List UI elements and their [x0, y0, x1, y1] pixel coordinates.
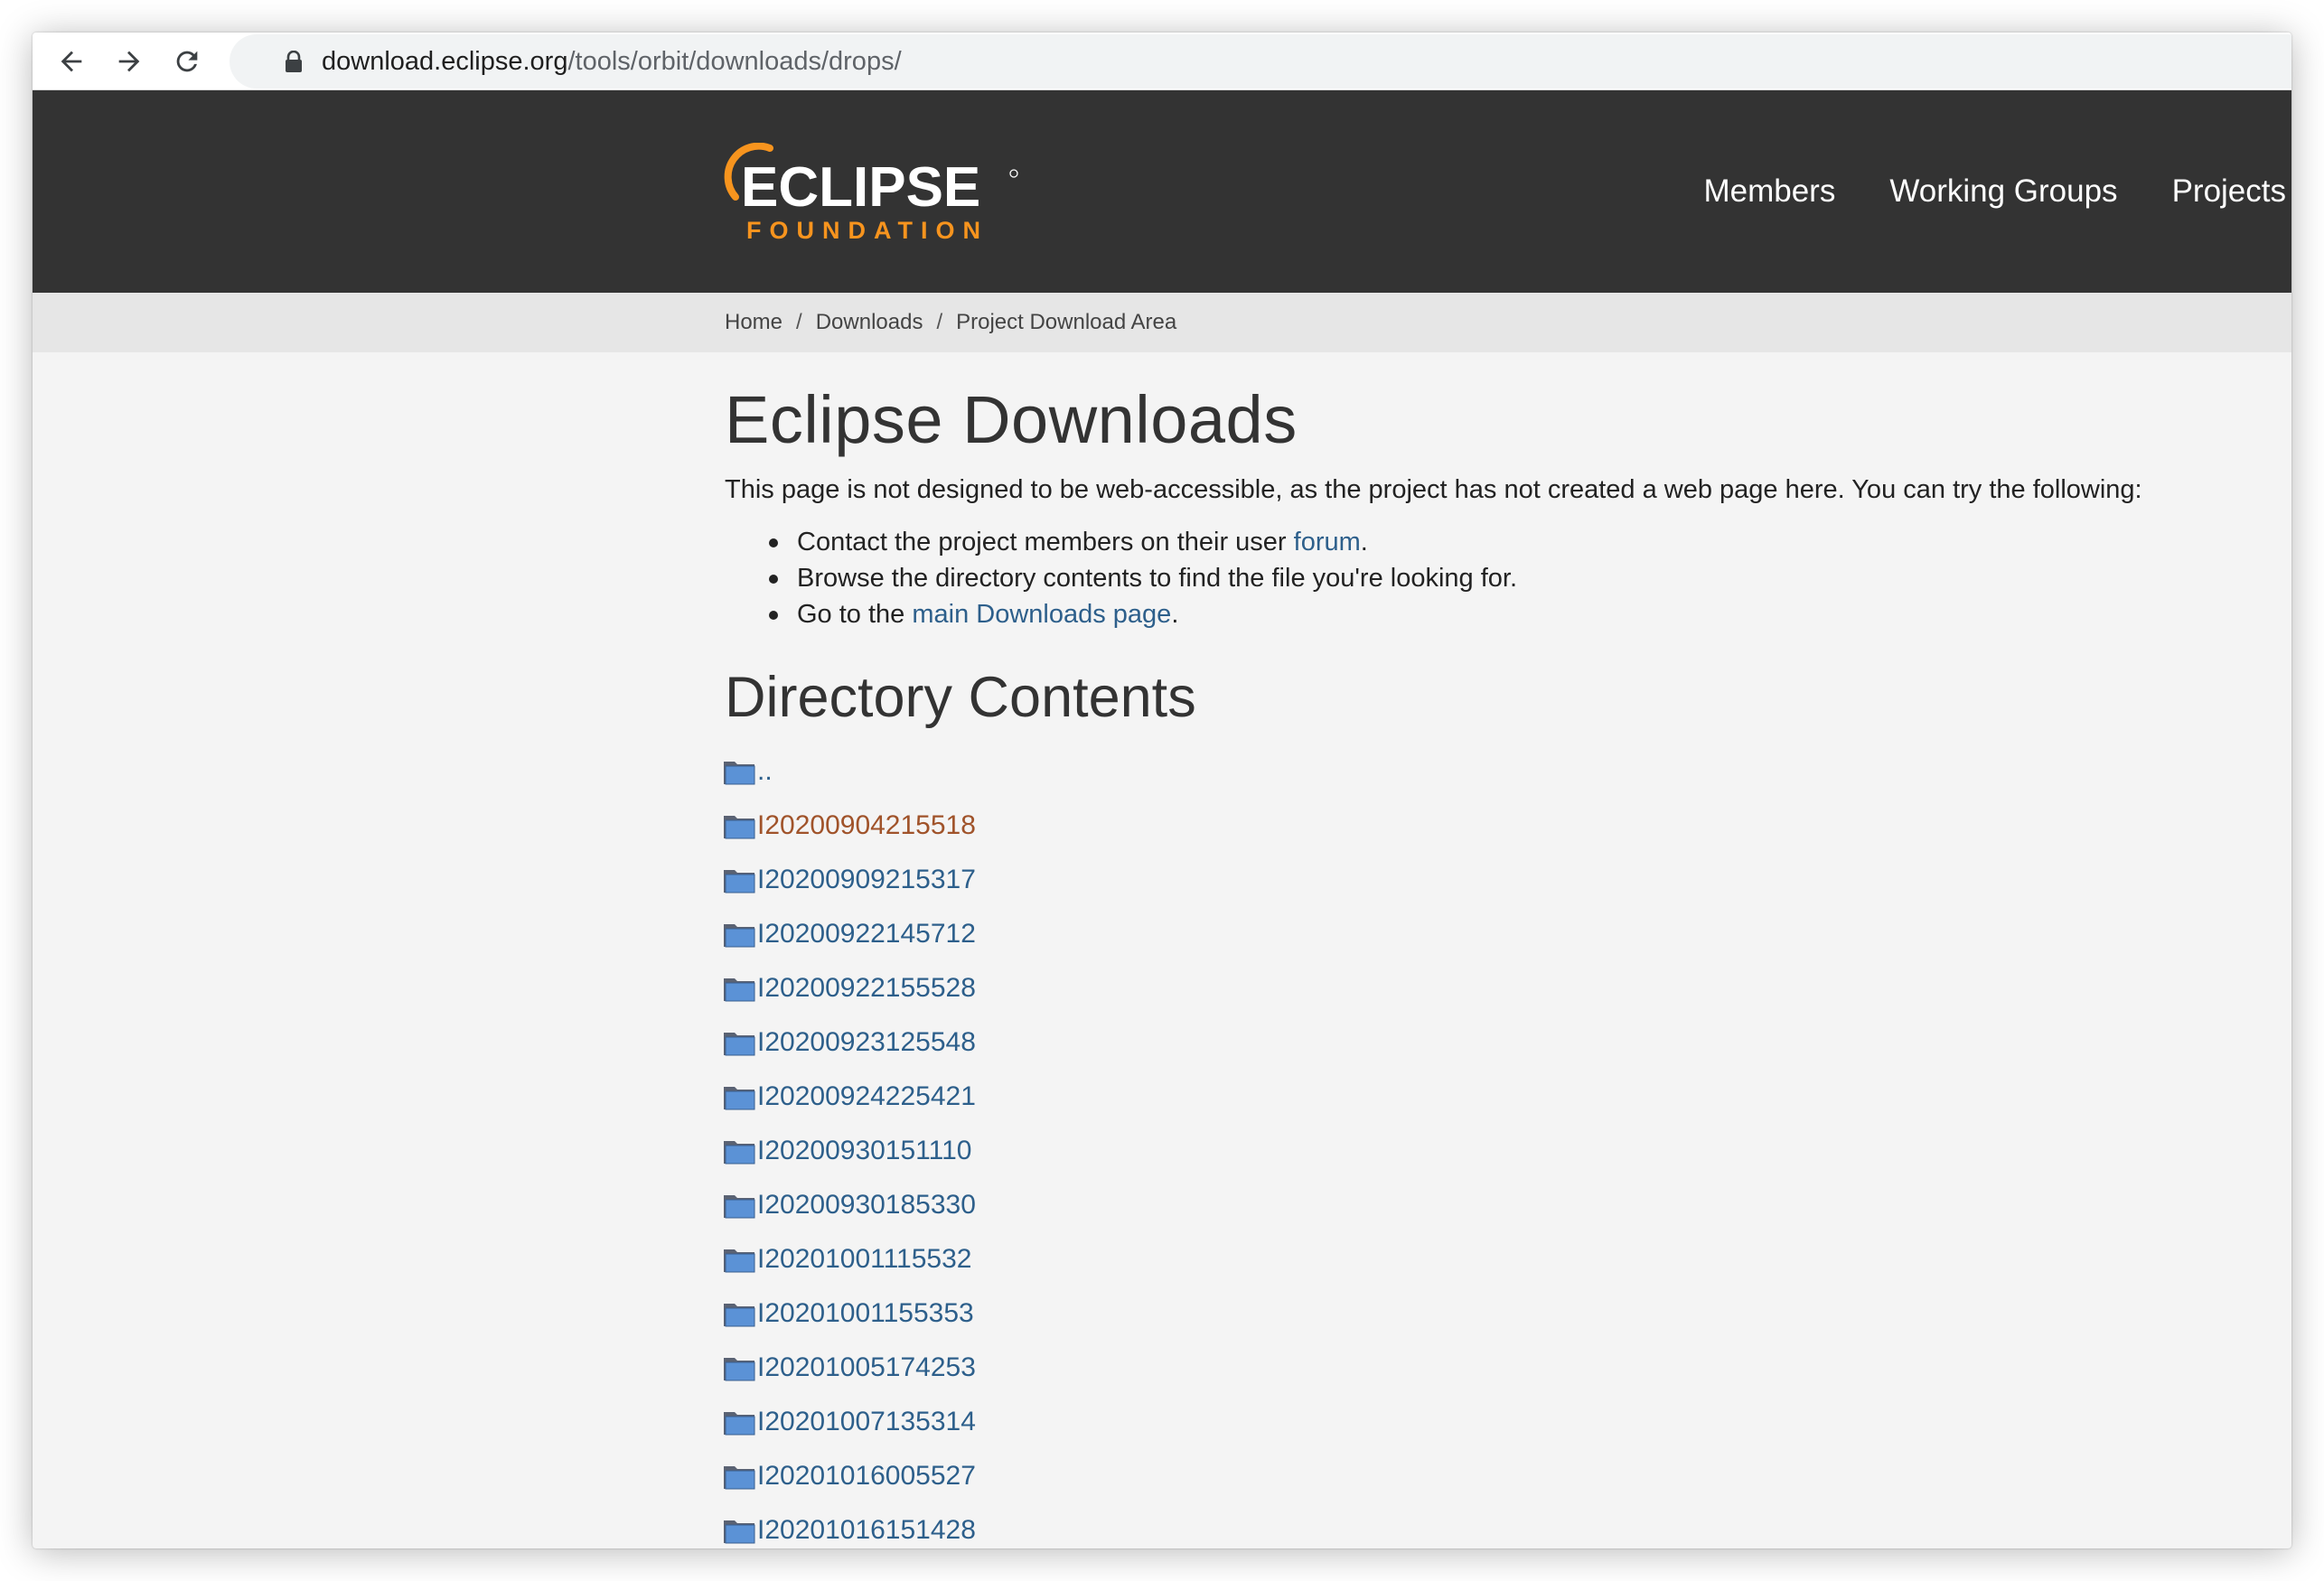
directory-row: I20201001155353 — [723, 1286, 2261, 1341]
forward-button[interactable] — [112, 44, 146, 79]
folder-icon — [724, 1195, 755, 1219]
directory-row: I20201007135314 — [723, 1395, 2261, 1449]
directory-link[interactable]: I20201016005527 — [757, 1458, 976, 1494]
browser-window: download.eclipse.org/tools/orbit/downloa… — [33, 33, 2291, 1548]
folder-icon — [724, 924, 755, 948]
directory-link[interactable]: I20201001155353 — [757, 1296, 974, 1332]
directory-row: I20200922155528 — [723, 961, 2261, 1015]
directory-row: I20200904215518 — [723, 799, 2261, 853]
back-button[interactable] — [54, 44, 89, 79]
directory-row: I20201016005527 — [723, 1449, 2261, 1503]
directory-row: I20201016151428 — [723, 1503, 2261, 1548]
directory-row: I20200930185330 — [723, 1178, 2261, 1232]
folder-icon — [724, 1087, 755, 1110]
logo-subtitle: FOUNDATION — [746, 217, 989, 244]
folder-icon — [724, 1304, 755, 1327]
folder-icon — [724, 1412, 755, 1436]
directory-row: I20201005174253 — [723, 1341, 2261, 1395]
breadcrumb-separator: / — [936, 310, 943, 334]
directory-link[interactable]: I20200924225421 — [757, 1079, 976, 1115]
breadcrumb: Home / Downloads / Project Download Area — [725, 307, 1176, 338]
suggestion-item: Go to the main Downloads page. — [769, 596, 2261, 632]
breadcrumb-home[interactable]: Home — [725, 307, 782, 338]
directory-link[interactable]: I20200922145712 — [757, 916, 976, 952]
directory-link[interactable]: I20201005174253 — [757, 1350, 976, 1386]
folder-icon — [724, 1141, 755, 1165]
main-content: Eclipse Downloads This page is not desig… — [723, 352, 2261, 1548]
breadcrumb-current: Project Download Area — [956, 310, 1177, 334]
suggestion-list: Contact the project members on their use… — [769, 524, 2261, 632]
directory-row: I20200909215317 — [723, 853, 2261, 907]
folder-icon — [724, 1033, 755, 1056]
directory-link[interactable]: I20201001115532 — [757, 1241, 971, 1277]
eclipse-foundation-logo[interactable]: ECLIPSE FOUNDATION — [723, 143, 1030, 244]
directory-row: I20200930151110 — [723, 1124, 2261, 1178]
intro-text: This page is not designed to be web-acce… — [725, 475, 2142, 504]
address-bar[interactable]: download.eclipse.org/tools/orbit/downloa… — [230, 34, 2291, 89]
suggestion-end: . — [1171, 600, 1179, 629]
folder-icon — [724, 870, 755, 893]
site-header: ECLIPSE FOUNDATION Members Working Group… — [33, 90, 2291, 293]
suggestion-item: Contact the project members on their use… — [769, 524, 2261, 560]
url-path: /tools/orbit/downloads/drops/ — [567, 47, 902, 76]
suggestion-text: Browse the directory contents to find th… — [797, 564, 1518, 593]
folder-icon — [724, 978, 755, 1002]
directory-row: I20200924225421 — [723, 1070, 2261, 1124]
directory-link[interactable]: I20200930185330 — [757, 1187, 976, 1223]
directory-link[interactable]: I20200930151110 — [757, 1133, 971, 1169]
browser-toolbar: download.eclipse.org/tools/orbit/downloa… — [33, 33, 2291, 90]
main-downloads-link[interactable]: main Downloads page — [912, 600, 1171, 629]
lock-icon — [286, 51, 302, 72]
directory-row: .. — [723, 744, 2261, 799]
reload-button[interactable] — [170, 44, 204, 79]
breadcrumb-separator: / — [796, 310, 802, 334]
arrow-right-icon — [118, 51, 140, 72]
directory-title: Directory Contents — [725, 666, 1196, 729]
directory-link-parent[interactable]: .. — [757, 753, 773, 790]
directory-row: I20200922145712 — [723, 907, 2261, 961]
suggestion-end: . — [1360, 528, 1368, 557]
forum-link[interactable]: forum — [1294, 528, 1361, 557]
directory-link[interactable]: I20200922155528 — [757, 970, 976, 1006]
url-text[interactable]: download.eclipse.org/tools/orbit/downloa… — [322, 45, 902, 78]
logo-wordmark: ECLIPSE — [741, 156, 980, 219]
folder-icon — [724, 1520, 755, 1544]
directory-list: .. I20200904215518 I20200909215317 I2020… — [723, 744, 2261, 1548]
folder-icon — [724, 1358, 755, 1381]
suggestion-text: Contact the project members on their use… — [797, 528, 1294, 557]
arrow-left-icon — [61, 51, 82, 72]
folder-icon — [724, 1249, 755, 1273]
folder-icon — [724, 1466, 755, 1490]
folder-icon — [724, 816, 755, 839]
directory-link[interactable]: I20201016151428 — [757, 1512, 976, 1548]
page-title: Eclipse Downloads — [725, 382, 1298, 457]
directory-row: I20201001115532 — [723, 1232, 2261, 1286]
url-domain: download.eclipse.org — [322, 47, 568, 76]
directory-link[interactable]: I20201007135314 — [757, 1404, 976, 1440]
directory-link[interactable]: I20200904215518 — [757, 808, 976, 844]
nav-working-groups[interactable]: Working Groups — [1889, 173, 2117, 210]
nav-projects[interactable]: Projects — [2172, 173, 2286, 210]
directory-link[interactable]: I20200923125548 — [757, 1024, 976, 1061]
breadcrumb-bar: Home / Downloads / Project Download Area — [33, 293, 2291, 352]
folder-icon — [724, 762, 755, 785]
breadcrumb-downloads[interactable]: Downloads — [816, 307, 923, 338]
suggestion-text: Go to the — [797, 600, 913, 629]
main-nav: Members Working Groups Projects — [1703, 90, 2291, 293]
suggestion-item: Browse the directory contents to find th… — [769, 560, 2261, 596]
reload-icon — [176, 51, 198, 72]
directory-link[interactable]: I20200909215317 — [757, 862, 976, 898]
directory-row: I20200923125548 — [723, 1015, 2261, 1070]
nav-members[interactable]: Members — [1703, 173, 1835, 210]
